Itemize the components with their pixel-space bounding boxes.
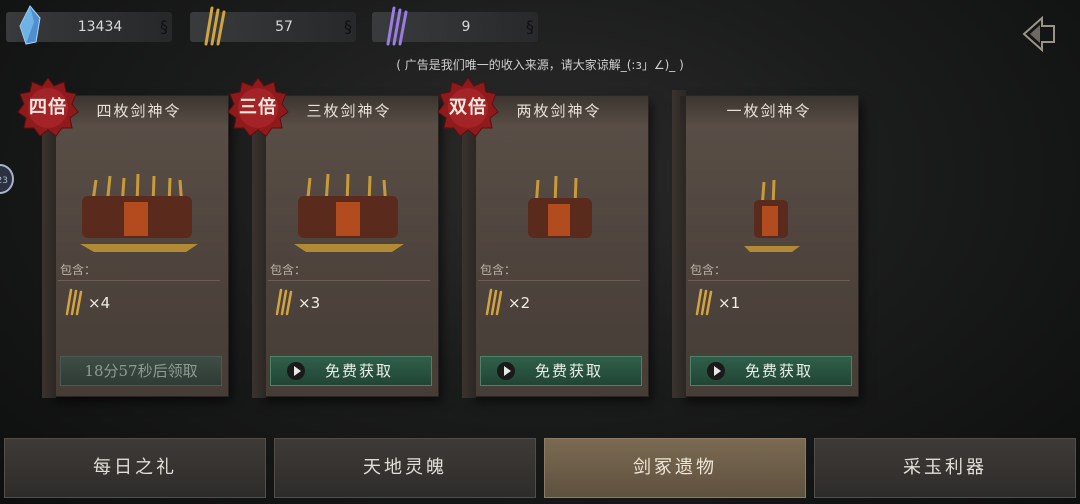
multiplier-seal-three: 三倍	[226, 76, 290, 140]
reward-card-two: 两枚剑神令 包含： ×2 免费获取	[462, 90, 648, 398]
blue-crystal-icon	[19, 5, 41, 45]
cooldown-label: 18分57秒后领取	[84, 362, 198, 380]
card-divider	[688, 280, 850, 281]
multiplier-seal-double: 双倍	[436, 76, 500, 140]
ad-notice: ( 广告是我们唯一的收入来源，请大家谅解_(:з」∠)_ )	[396, 58, 684, 72]
contains-label: 包含：	[60, 263, 97, 277]
card-divider	[268, 280, 430, 281]
tab-jade-tools[interactable]: 采玉利器	[814, 438, 1076, 498]
play-icon	[707, 362, 725, 380]
sword-bundle-icon	[528, 175, 592, 238]
sword-bundle-icon	[294, 173, 404, 252]
multiplier-seal-four: 四倍	[16, 76, 80, 140]
tab-daily-gift[interactable]: 每日之礼	[4, 438, 266, 498]
reward-quantity: ×4	[88, 294, 111, 312]
resource-crystal: 13434 §	[6, 5, 172, 45]
golden-swords-icon	[204, 6, 226, 46]
sword-bundle-icon	[80, 173, 198, 252]
free-get-button[interactable]: 免费获取	[690, 356, 852, 386]
tab-heaven-earth-soul[interactable]: 天地灵魄	[274, 438, 536, 498]
gold-swords-count: 57	[275, 19, 293, 35]
sword-token-icon	[65, 288, 83, 316]
free-get-button[interactable]: 免费获取	[480, 356, 642, 386]
resource-purple-swords: 9 §	[372, 6, 538, 46]
purple-swords-count: 9	[461, 19, 471, 35]
free-get-label: 免费获取	[744, 362, 813, 380]
contains-label: 包含：	[270, 263, 307, 277]
contains-label: 包含：	[480, 263, 517, 277]
side-float-button[interactable]: 23	[0, 164, 14, 194]
free-get-button[interactable]: 免费获取	[270, 356, 432, 386]
resource-bar-curl: §	[160, 17, 168, 36]
card-divider	[58, 280, 220, 281]
resource-bar-curl: §	[526, 17, 534, 36]
reward-quantity: ×2	[508, 294, 531, 312]
free-get-label: 免费获取	[534, 362, 603, 380]
crystal-count: 13434	[77, 19, 123, 35]
reward-quantity: ×3	[298, 294, 321, 312]
claim-cooldown-button[interactable]: 18分57秒后领取	[60, 356, 222, 386]
seal-label: 三倍	[239, 97, 277, 118]
reward-card-three: 三枚剑神令 包含： ×3 免费获取	[252, 90, 438, 398]
play-icon	[497, 362, 515, 380]
contains-label: 包含：	[690, 263, 727, 277]
sword-token-icon	[485, 288, 503, 316]
sword-token-icon	[275, 288, 293, 316]
card-divider	[478, 280, 640, 281]
play-icon	[287, 362, 305, 380]
seal-label: 四倍	[29, 97, 67, 118]
sword-token-icon	[695, 288, 713, 316]
resource-bar-curl: §	[344, 17, 352, 36]
resource-gold-swords: 57 §	[190, 6, 356, 46]
purple-swords-icon	[386, 6, 408, 46]
tab-sword-tomb-relics[interactable]: 剑冢遗物	[544, 438, 806, 498]
reward-card-four: 四枚剑神令 包含： ×4 18分57秒后领取	[42, 90, 228, 398]
sword-bundle-icon	[744, 179, 800, 252]
free-get-label: 免费获取	[324, 362, 393, 380]
reward-card-one: 一枚剑神令 包含： ×1 免费获取	[672, 90, 858, 398]
card-title: 一枚剑神令	[680, 96, 858, 126]
seal-label: 双倍	[449, 97, 487, 118]
reward-quantity: ×1	[718, 294, 741, 312]
back-arrow-icon[interactable]	[1018, 12, 1062, 56]
